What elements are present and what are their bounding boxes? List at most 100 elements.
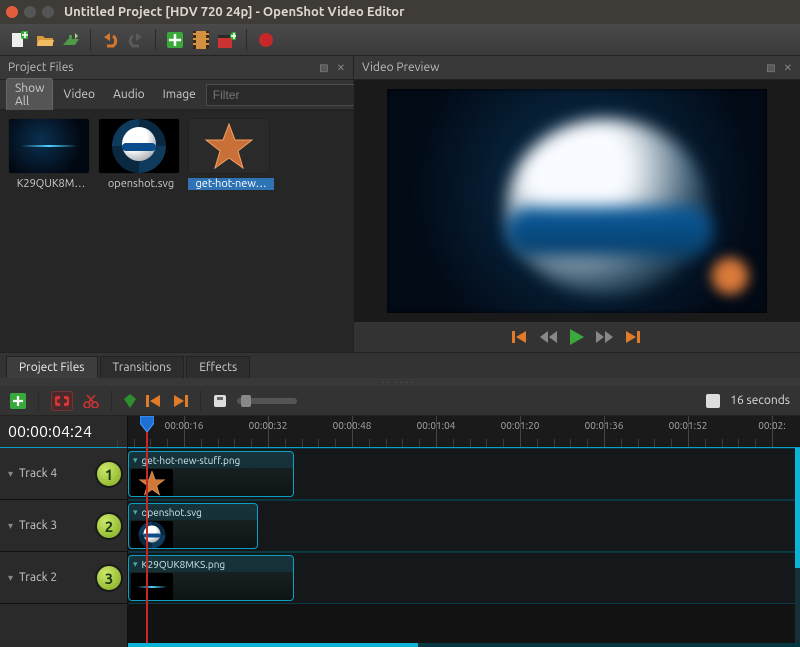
jump-end-icon[interactable] [624, 330, 642, 344]
choose-profile-icon[interactable] [192, 31, 210, 49]
new-project-icon[interactable] [10, 31, 28, 49]
track-row[interactable]: ▾ K29QUK8MKS.png [128, 552, 800, 604]
project-files-panel: Project Files ▧ ✕ Show All Video Audio I… [0, 56, 354, 352]
filter-video[interactable]: Video [55, 85, 103, 104]
file-label: get-hot-new… [188, 178, 274, 190]
project-files-list[interactable]: K29QUK8M… openshot.svg get-hot-new… [0, 110, 353, 352]
window-titlebar: Untitled Project [HDV 720 24p] - OpenSho… [0, 0, 800, 24]
tab-effects[interactable]: Effects [186, 356, 250, 378]
window-title: Untitled Project [HDV 720 24p] - OpenSho… [64, 5, 404, 19]
filter-image[interactable]: Image [155, 85, 204, 104]
file-label: K29QUK8M… [8, 178, 94, 190]
timeline-ruler[interactable]: 00:00:16 00:00:32 00:00:48 00:01:04 00:01:20… [128, 416, 800, 448]
chevron-down-icon[interactable]: ▾ [8, 520, 13, 532]
clip-thumbnail [131, 469, 173, 497]
file-item[interactable]: get-hot-new… [188, 118, 274, 190]
timeline-toolbar: 16 seconds [0, 386, 800, 416]
tab-project-files[interactable]: Project Files [6, 356, 98, 378]
timeline-v-scrollbar[interactable] [795, 448, 800, 643]
clip-label: K29QUK8MKS.png [142, 559, 226, 570]
timeline-track-headers: 00:00:04:24 ▾ Track 4 1 ▾ Track 3 2 ▾ Tr… [0, 416, 128, 647]
file-item[interactable]: openshot.svg [98, 118, 184, 190]
chevron-down-icon[interactable]: ▾ [133, 455, 138, 466]
ruler-label: 00:01:52 [669, 420, 708, 431]
zoom-time-icon [706, 394, 720, 408]
timeline-body[interactable]: 00:00:16 00:00:32 00:00:48 00:01:04 00:01:20… [128, 416, 800, 647]
open-project-icon[interactable] [36, 31, 54, 49]
panel-undock-icon[interactable]: ▧ [766, 62, 775, 74]
next-marker-icon[interactable] [172, 395, 188, 407]
zoom-time-label: 16 seconds [730, 394, 790, 407]
ruler-label: 00:00:16 [165, 420, 204, 431]
track-name: Track 4 [19, 467, 57, 480]
annotation-badge: 2 [95, 512, 123, 540]
file-thumbnail [98, 118, 180, 174]
playhead[interactable] [146, 416, 148, 647]
center-playhead-icon[interactable] [213, 394, 227, 408]
file-thumbnail [188, 118, 270, 174]
window-maximize-button[interactable] [42, 6, 54, 18]
ruler-label: 00:01:20 [501, 420, 540, 431]
ruler-label: 00:00:48 [333, 420, 372, 431]
panel-undock-icon[interactable]: ▧ [319, 62, 328, 74]
zoom-slider[interactable] [237, 398, 297, 404]
splitter-handle[interactable]: ······ [0, 378, 800, 386]
chevron-down-icon[interactable]: ▾ [133, 559, 138, 570]
bottom-tabs: Project Files Transitions Effects [0, 352, 800, 378]
annotation-badge: 1 [95, 460, 123, 488]
chevron-down-icon[interactable]: ▾ [8, 572, 13, 584]
chevron-down-icon[interactable]: ▾ [133, 507, 138, 518]
playhead-time: 00:00:04:24 [0, 416, 127, 448]
clip-thumbnail [131, 521, 173, 549]
timeline-h-scrollbar[interactable] [128, 643, 800, 647]
play-icon[interactable] [568, 328, 586, 346]
timeline: 00:00:04:24 ▾ Track 4 1 ▾ Track 3 2 ▾ Tr… [0, 416, 800, 647]
ruler-label: 00:01:04 [417, 420, 456, 431]
rewind-icon[interactable] [540, 331, 558, 343]
ruler-label: 00:01:36 [585, 420, 624, 431]
video-preview-title: Video Preview [362, 61, 439, 74]
filter-input[interactable] [206, 84, 375, 106]
panel-close-icon[interactable]: ✕ [784, 62, 792, 74]
track-name: Track 3 [19, 519, 57, 532]
ruler-label: 00:02: [758, 420, 785, 431]
track-row[interactable]: ▾ openshot.svg [128, 500, 800, 552]
snap-icon[interactable] [51, 391, 73, 411]
undo-icon[interactable] [101, 31, 119, 49]
record-icon[interactable] [257, 31, 275, 49]
tab-transitions[interactable]: Transitions [100, 356, 185, 378]
filter-audio[interactable]: Audio [105, 85, 153, 104]
prev-marker-icon[interactable] [146, 395, 162, 407]
track-header[interactable]: ▾ Track 3 2 [0, 500, 127, 552]
track-header[interactable]: ▾ Track 2 3 [0, 552, 127, 604]
jump-start-icon[interactable] [512, 330, 530, 344]
import-files-icon[interactable] [166, 31, 184, 49]
file-item[interactable]: K29QUK8M… [8, 118, 94, 190]
video-preview-panel: Video Preview ▧ ✕ [354, 56, 800, 352]
fast-forward-icon[interactable] [596, 331, 614, 343]
ruler-label: 00:00:32 [249, 420, 288, 431]
add-track-icon[interactable] [10, 393, 26, 409]
filter-show-all[interactable]: Show All [6, 78, 53, 112]
redo-icon[interactable] [127, 31, 145, 49]
timeline-clip[interactable]: ▾ get-hot-new-stuff.png [128, 451, 294, 497]
clip-thumbnail [131, 573, 173, 601]
clip-label: openshot.svg [142, 507, 202, 518]
preview-canvas[interactable] [387, 89, 767, 313]
track-header[interactable]: ▾ Track 4 1 [0, 448, 127, 500]
add-marker-icon[interactable] [124, 394, 136, 408]
save-project-icon[interactable] [62, 31, 80, 49]
panel-close-icon[interactable]: ✕ [337, 62, 345, 74]
file-filter-row: Show All Video Audio Image [0, 80, 353, 110]
window-close-button[interactable] [6, 6, 18, 18]
timeline-clip[interactable]: ▾ K29QUK8MKS.png [128, 555, 294, 601]
window-minimize-button[interactable] [24, 6, 36, 18]
export-video-icon[interactable] [218, 31, 236, 49]
file-thumbnail [8, 118, 90, 174]
chevron-down-icon[interactable]: ▾ [8, 468, 13, 480]
track-row[interactable]: ▾ get-hot-new-stuff.png [128, 448, 800, 500]
annotation-badge: 3 [95, 564, 123, 592]
clip-label: get-hot-new-stuff.png [142, 455, 241, 466]
razor-icon[interactable] [83, 394, 99, 408]
playhead-handle-icon[interactable] [140, 416, 154, 432]
